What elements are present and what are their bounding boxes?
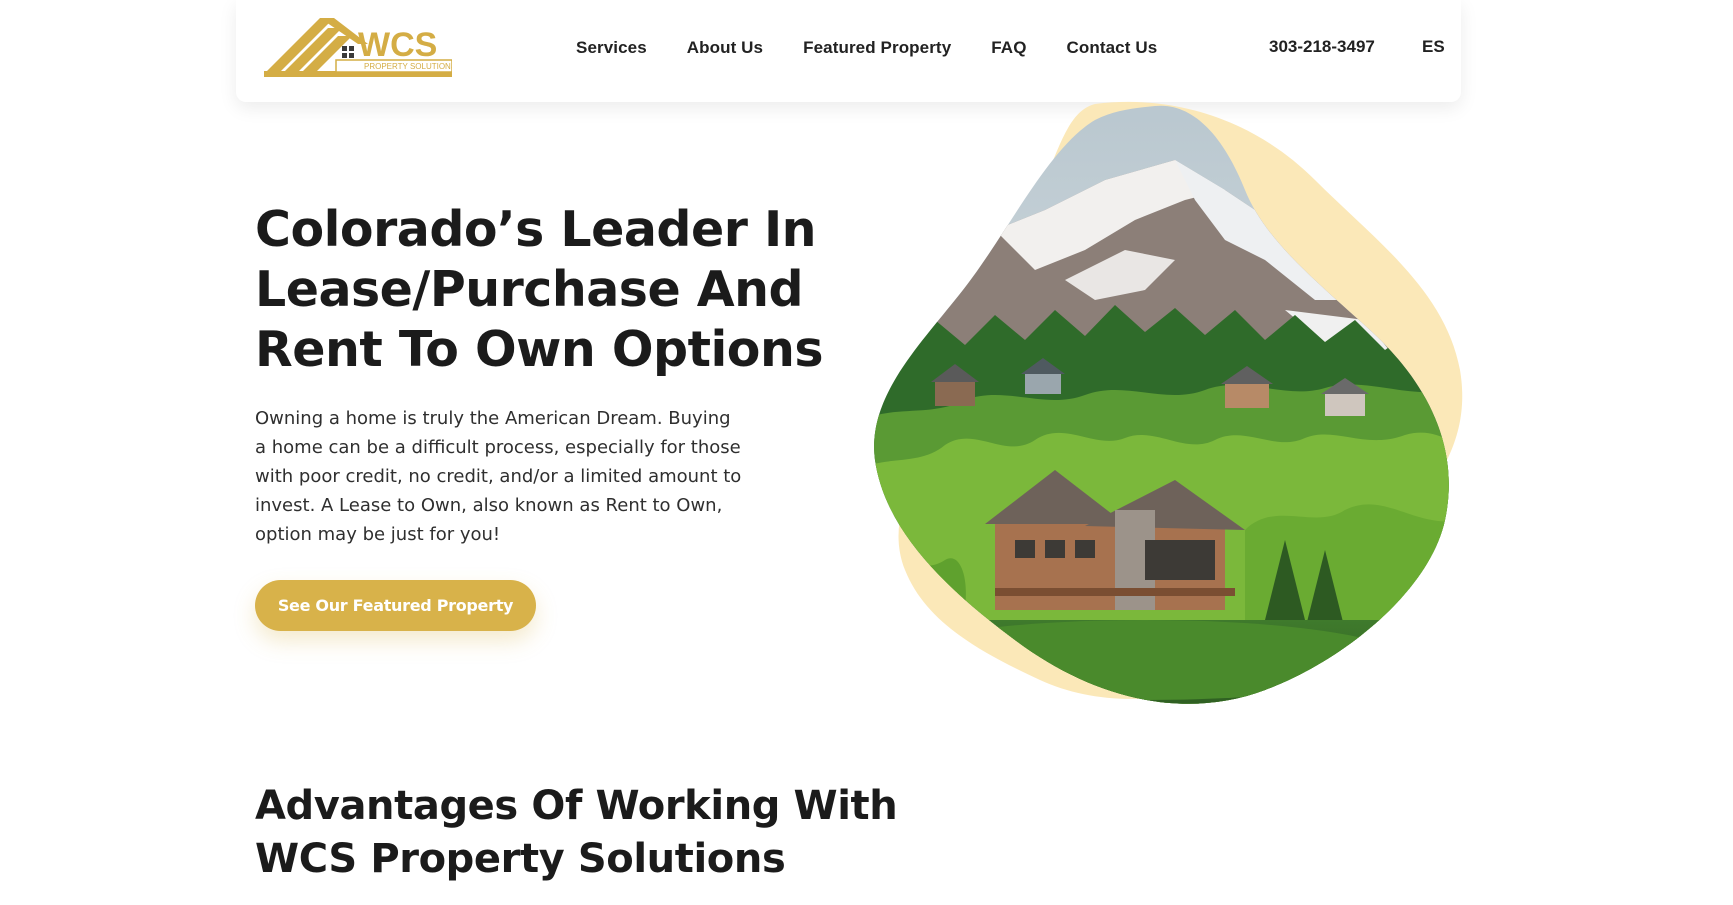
see-featured-property-button[interactable]: See Our Featured Property <box>255 580 536 631</box>
logo-roof-icon: WCS PROPERTY SOLUTIONS <box>264 18 452 77</box>
wcs-logo[interactable]: WCS PROPERTY SOLUTIONS <box>262 16 452 78</box>
hero-title-line: Lease/Purchase And <box>255 261 804 318</box>
phone-link[interactable]: 303-218-3497 <box>1269 37 1375 57</box>
advantages-title-line: WCS Property Solutions <box>255 836 786 882</box>
language-switch[interactable]: ES <box>1422 37 1445 57</box>
svg-text:WCS: WCS <box>358 26 437 64</box>
advantages-title: Advantages Of Working With WCS Property … <box>255 780 955 886</box>
hero-title-line: Colorado’s Leader In <box>255 201 817 258</box>
nav-about-us[interactable]: About Us <box>687 38 763 58</box>
mountain-village-image <box>874 101 1463 704</box>
advantages-title-line: Advantages Of Working With <box>255 783 898 829</box>
svg-text:PROPERTY SOLUTIONS: PROPERTY SOLUTIONS <box>364 62 452 71</box>
nav-services[interactable]: Services <box>576 38 647 58</box>
main-nav: Services About Us Featured Property FAQ … <box>576 0 1157 96</box>
hero-paragraph: Owning a home is truly the American Drea… <box>255 408 742 545</box>
hero-image <box>845 100 1465 705</box>
nav-contact-us[interactable]: Contact Us <box>1067 38 1158 58</box>
nav-featured-property[interactable]: Featured Property <box>803 38 951 58</box>
nav-faq[interactable]: FAQ <box>991 38 1026 58</box>
site-header: WCS PROPERTY SOLUTIONS Services About Us… <box>236 0 1461 102</box>
hero-title: Colorado’s Leader In Lease/Purchase And … <box>255 200 855 380</box>
hero-title-line: Rent To Own Options <box>255 321 824 378</box>
